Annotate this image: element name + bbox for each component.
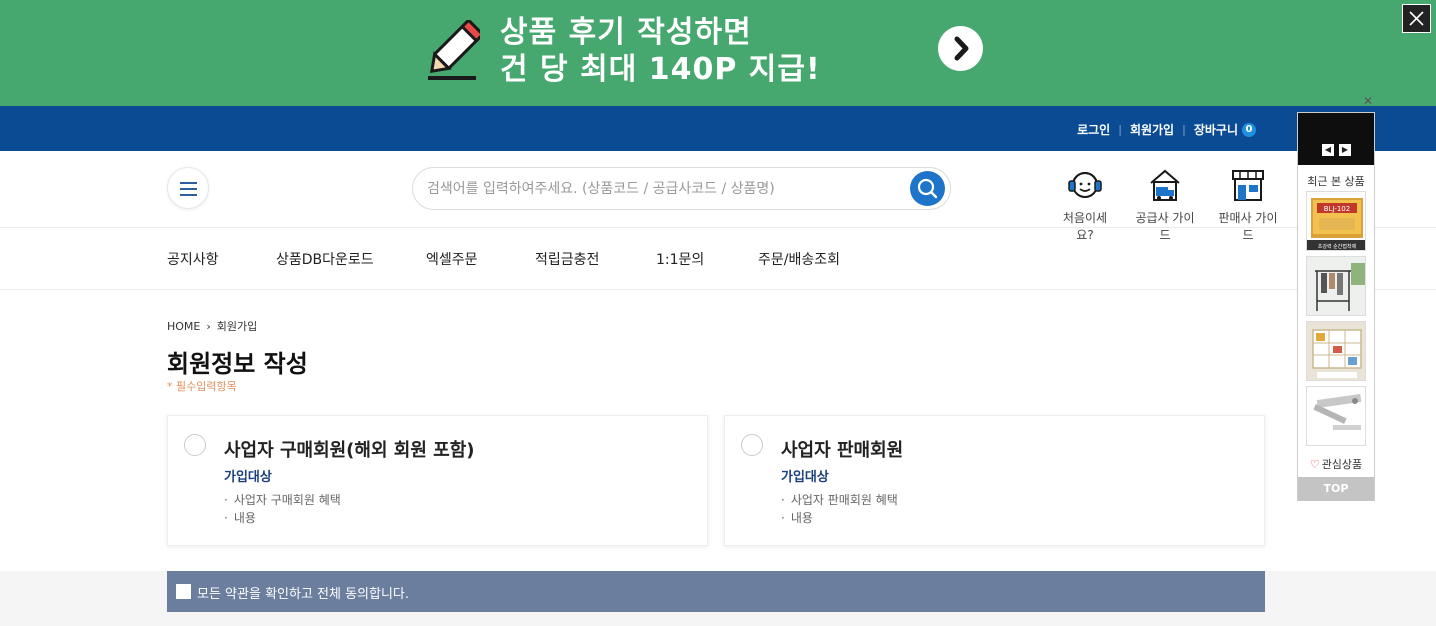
- menu-line: [180, 194, 197, 196]
- chevron-left-icon[interactable]: ◀: [1322, 144, 1334, 156]
- product-caption-text: 초강력 순간접착제: [1318, 243, 1357, 250]
- seller-member-card[interactable]: 사업자 판매회원 가입대상 사업자 판매회원 혜택 내용: [724, 415, 1265, 546]
- nav-product-db-download[interactable]: 상품DB다운로드: [276, 249, 374, 269]
- hamburger-menu-button[interactable]: [167, 167, 209, 209]
- product-image: [1307, 387, 1365, 445]
- promo-banner[interactable]: 상품 후기 작성하면 건 당 최대 140P 지급!: [0, 0, 1436, 106]
- product-badge-text: BLJ-102: [1324, 205, 1350, 213]
- heart-icon: ♡: [1309, 458, 1320, 471]
- breadcrumb: HOME › 회원가입: [167, 318, 257, 334]
- seller-member-radio[interactable]: [741, 434, 763, 456]
- banner-text: 상품 후기 작성하면 건 당 최대 140P 지급!: [500, 14, 821, 88]
- separator: |: [1182, 123, 1186, 136]
- required-note: * 필수입력항목: [167, 380, 237, 393]
- top-links: 로그인 | 회원가입 | 장바구니 0: [1077, 121, 1256, 138]
- close-icon[interactable]: [1402, 4, 1431, 33]
- delivery-house-icon: [1150, 169, 1180, 201]
- chevron-right-icon: ›: [206, 319, 211, 333]
- search-icon: [917, 178, 938, 199]
- breadcrumb-home[interactable]: HOME: [167, 320, 200, 333]
- buyer-member-radio[interactable]: [184, 434, 206, 456]
- card-item: 내용: [781, 509, 813, 526]
- recent-product-thumb[interactable]: BLJ-102 초강력 순간접착제: [1306, 191, 1366, 251]
- banner-line-2: 건 당 최대 140P 지급!: [500, 52, 821, 87]
- product-image: [1307, 322, 1365, 380]
- storefront-icon: [1232, 170, 1264, 201]
- agree-all-checkbox[interactable]: [176, 584, 191, 599]
- search-input[interactable]: [427, 179, 887, 199]
- headset-icon: [1068, 172, 1102, 198]
- top-utility-bar: 로그인 | 회원가입 | 장바구니 0: [0, 106, 1436, 151]
- recent-product-thumb[interactable]: [1306, 321, 1366, 381]
- card-title: 사업자 판매회원: [781, 440, 904, 461]
- card-item: 내용: [224, 509, 256, 526]
- nav-excel-order[interactable]: 엑셀주문: [426, 249, 478, 269]
- header: 처음이세요? 공급사 가이드 판매사 가이드: [0, 151, 1436, 242]
- card-subtitle: 가입대상: [224, 470, 272, 485]
- login-link[interactable]: 로그인: [1077, 121, 1110, 138]
- banner-line-1: 상품 후기 작성하면: [500, 15, 752, 50]
- quick-menu-close-icon[interactable]: ✕: [1363, 94, 1373, 108]
- wishlist-link[interactable]: ♡ 관심상품: [1298, 456, 1374, 472]
- menu-line: [180, 188, 197, 190]
- nav-order-tracking[interactable]: 주문/배송조회: [758, 249, 840, 269]
- quick-menu-header: ◀ ▶: [1298, 113, 1374, 165]
- signup-link[interactable]: 회원가입: [1130, 121, 1174, 138]
- product-image: [1307, 257, 1365, 315]
- quick-menu: ◀ ▶ 최근 본 상품 BLJ-102 초강력 순간접착제 ♡ 관심상품 TOP: [1297, 112, 1375, 501]
- search-box: [412, 167, 951, 210]
- recent-product-thumb[interactable]: [1306, 256, 1366, 316]
- wishlist-label: 관심상품: [1321, 458, 1363, 471]
- card-subtitle: 가입대상: [781, 470, 829, 485]
- cart-count-badge: 0: [1242, 122, 1256, 137]
- page-title: 회원정보 작성: [167, 350, 308, 378]
- nav-notice[interactable]: 공지사항: [167, 249, 219, 269]
- separator: |: [1118, 123, 1122, 136]
- breadcrumb-current: 회원가입: [216, 320, 258, 333]
- cart-link[interactable]: 장바구니: [1194, 121, 1238, 138]
- search-button[interactable]: [910, 171, 945, 206]
- pencil-icon: [428, 20, 480, 80]
- arrow-right-circle-icon[interactable]: [938, 26, 983, 71]
- agree-all-label: 모든 약관을 확인하고 전체 동의합니다.: [197, 587, 410, 602]
- recent-product-thumb[interactable]: [1306, 386, 1366, 446]
- agree-all-bar[interactable]: 모든 약관을 확인하고 전체 동의합니다.: [167, 571, 1265, 612]
- recent-products-label: 최근 본 상품: [1307, 175, 1365, 188]
- nav-inquiry[interactable]: 1:1문의: [656, 249, 704, 269]
- menu-line: [180, 182, 197, 184]
- buyer-member-card[interactable]: 사업자 구매회원(해외 회원 포함) 가입대상 사업자 구매회원 혜택 내용: [167, 415, 708, 546]
- card-item: 사업자 판매회원 혜택: [781, 491, 898, 508]
- nav-points-charge[interactable]: 적립금충전: [535, 249, 599, 269]
- scroll-top-button[interactable]: TOP: [1298, 477, 1374, 501]
- product-image: BLJ-102 초강력 순간접착제: [1307, 192, 1365, 250]
- card-item: 사업자 구매회원 혜택: [224, 491, 341, 508]
- card-title: 사업자 구매회원(해외 회원 포함): [224, 440, 475, 461]
- main-navigation: 공지사항 상품DB다운로드 엑셀주문 적립금충전 1:1문의 주문/배송조회: [0, 228, 1436, 290]
- chevron-right-icon[interactable]: ▶: [1339, 144, 1351, 156]
